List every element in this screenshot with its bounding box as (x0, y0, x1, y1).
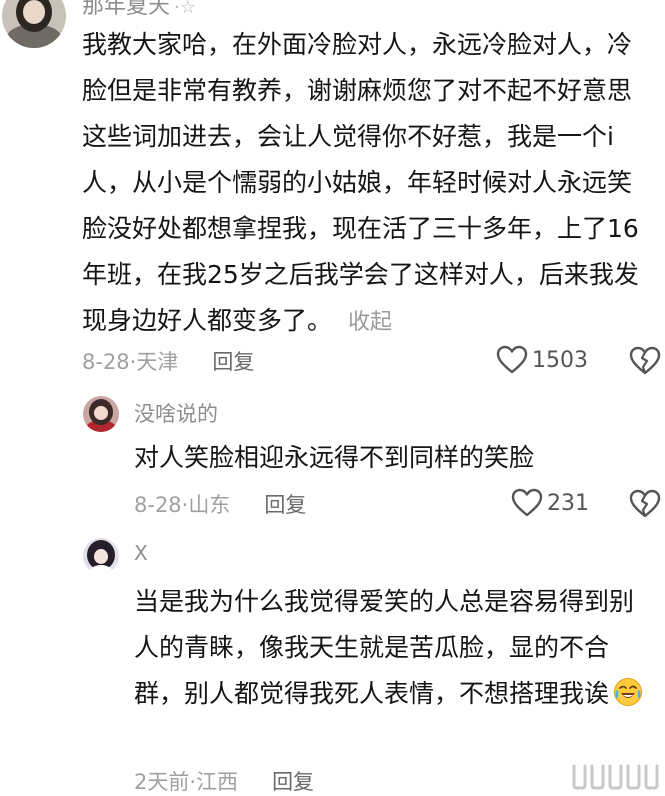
broken-heart-icon[interactable] (629, 346, 661, 376)
broken-heart-icon[interactable] (629, 489, 661, 519)
main-reply-button[interactable]: 回复 (212, 350, 254, 374)
reply-2-body: 当是我为什么我觉得爱笑的人总是容易得到别人的青睐，像我天生就是苦瓜脸，显的不合群… (134, 587, 635, 708)
main-comment-body: 我教大家哈，在外面冷脸对人，永远冷脸对人，冷脸但是非常有教养，谢谢麻烦您了对不起… (82, 30, 639, 335)
reply-1-like-button[interactable]: 231 (511, 488, 589, 518)
reply-2-username[interactable]: X (134, 541, 148, 565)
reply-1-reply-button[interactable]: 回复 (264, 493, 306, 517)
platform-watermark-icon (572, 764, 659, 790)
reply-1-text: 对人笑脸相迎永远得不到同样的笑脸 (134, 443, 535, 472)
main-like-count: 1503 (532, 347, 588, 373)
main-comment-meta: 8-28·天津 回复 (82, 350, 255, 374)
reply-2-meta: 2天前·江西 回复 (134, 770, 315, 794)
reply-1-avatar[interactable] (83, 396, 119, 432)
reply-2-reply-button[interactable]: 回复 (272, 770, 314, 794)
star-icon: ·☆ (174, 0, 196, 18)
reply-1-date: 8-28 (134, 493, 182, 517)
reply-2-location: 江西 (196, 770, 239, 794)
main-comment-text: 我教大家哈，在外面冷脸对人，永远冷脸对人，冷脸但是非常有教养，谢谢麻烦您了对不起… (82, 22, 642, 346)
reply-1-like-count: 231 (547, 490, 589, 516)
heart-outline-icon (496, 345, 528, 374)
reply-2-text: 当是我为什么我觉得爱笑的人总是容易得到别人的青睐，像我天生就是苦瓜脸，显的不合群… (134, 579, 654, 717)
collapse-link[interactable]: 收起 (348, 310, 392, 335)
reply-2-avatar[interactable] (83, 538, 119, 574)
reply-2-date: 2天前 (134, 770, 190, 794)
main-username-label: 那年夏天 (82, 0, 171, 19)
reply-1-location: 山东 (188, 493, 231, 517)
main-like-button[interactable]: 1503 (496, 345, 588, 375)
reply-1-meta: 8-28·山东 回复 (134, 493, 307, 517)
crying-laughing-emoji (614, 678, 643, 706)
heart-outline-icon (511, 488, 543, 517)
main-comment-date: 8-28 (82, 350, 130, 374)
reply-1-username[interactable]: 没啥说的 (134, 398, 218, 428)
main-comment-username[interactable]: 那年夏天 ·☆ (82, 0, 196, 20)
main-comment-location: 天津 (136, 350, 179, 374)
main-comment-avatar[interactable] (2, 0, 66, 48)
